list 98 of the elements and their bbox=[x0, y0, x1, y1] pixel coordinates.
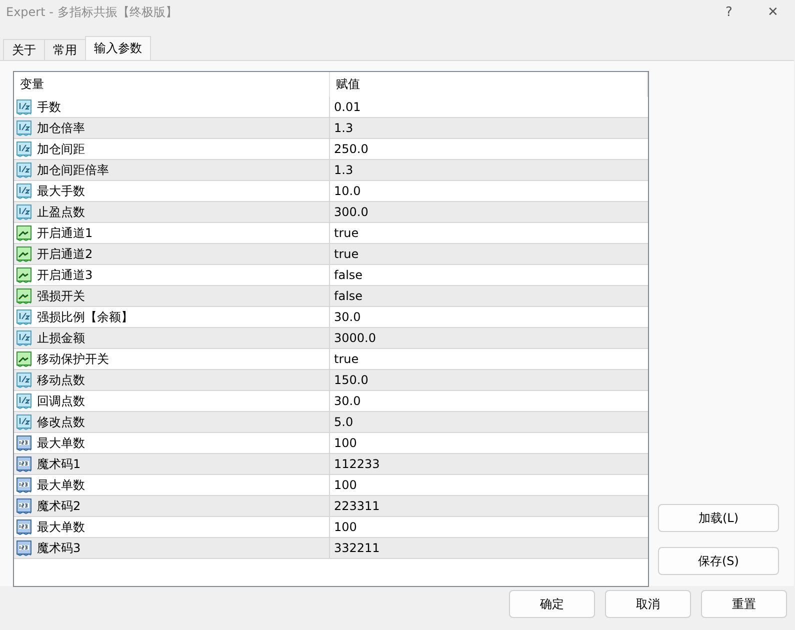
close-button[interactable]: ✕ bbox=[751, 0, 795, 24]
parameter-row[interactable]: 开启通道3 false bbox=[14, 265, 648, 286]
parameter-value: 3000.0 bbox=[333, 330, 377, 347]
parameter-name: 最大单数 bbox=[37, 434, 85, 452]
parameter-value: false bbox=[333, 288, 364, 305]
parameter-value: 100 bbox=[333, 435, 358, 452]
parameter-name: 手数 bbox=[37, 98, 61, 116]
fraction-icon bbox=[16, 393, 32, 409]
fraction-icon bbox=[16, 183, 32, 199]
fraction-icon bbox=[16, 141, 32, 157]
parameter-row[interactable]: 最大单数 100 bbox=[14, 517, 648, 538]
parameter-value: true bbox=[333, 351, 360, 368]
parameter-row[interactable]: 魔术码1 112233 bbox=[14, 454, 648, 475]
parameter-row[interactable]: 加仓间距倍率 1.3 bbox=[14, 160, 648, 181]
parameter-value: 30.0 bbox=[333, 309, 362, 326]
parameter-value: 0.01 bbox=[333, 99, 362, 116]
parameter-name: 移动保护开关 bbox=[37, 350, 109, 368]
parameter-value: 223311 bbox=[333, 498, 381, 515]
number-icon bbox=[16, 498, 32, 514]
parameter-name: 回调点数 bbox=[37, 392, 85, 410]
parameter-name: 加仓间距倍率 bbox=[37, 162, 109, 178]
window-title: Expert - 多指标共振【终极版】 bbox=[6, 4, 178, 20]
parameter-row[interactable]: 手数 0.01 bbox=[14, 97, 648, 118]
parameter-value: 30.0 bbox=[333, 393, 362, 410]
parameter-value: 1.3 bbox=[333, 120, 354, 137]
parameter-value: 5.0 bbox=[333, 414, 354, 431]
parameter-row[interactable]: 魔术码2 223311 bbox=[14, 496, 648, 517]
parameter-name: 修改点数 bbox=[37, 414, 85, 430]
parameter-name: 魔术码1 bbox=[37, 456, 81, 472]
chart-icon bbox=[16, 246, 32, 262]
parameter-value: 100 bbox=[333, 477, 358, 494]
dialog-button[interactable]: 取消 bbox=[605, 590, 691, 618]
help-button[interactable]: ? bbox=[707, 0, 751, 24]
tab[interactable]: 输入参数 bbox=[85, 36, 151, 60]
number-icon bbox=[16, 540, 32, 556]
fraction-icon bbox=[16, 120, 32, 136]
parameter-value: 112233 bbox=[333, 456, 381, 473]
parameter-value: true bbox=[333, 225, 360, 242]
parameter-name: 加仓间距 bbox=[37, 140, 85, 158]
parameter-row[interactable]: 最大单数 100 bbox=[14, 433, 648, 454]
dialog-button[interactable]: 确定 bbox=[509, 590, 595, 618]
parameter-value: 332211 bbox=[333, 540, 381, 557]
parameter-value: 100 bbox=[333, 519, 358, 536]
parameter-name: 强损开关 bbox=[37, 288, 85, 304]
parameter-row[interactable]: 止盈点数 300.0 bbox=[14, 202, 648, 223]
parameter-value: 1.3 bbox=[333, 162, 354, 179]
parameter-row[interactable]: 加仓间距 250.0 bbox=[14, 139, 648, 160]
side-button[interactable]: 保存(S) bbox=[658, 547, 779, 575]
parameter-row[interactable]: 开启通道1 true bbox=[14, 223, 648, 244]
fraction-icon bbox=[16, 309, 32, 325]
fraction-icon bbox=[16, 414, 32, 430]
parameter-row[interactable]: 止损金额 3000.0 bbox=[14, 328, 648, 349]
chart-icon bbox=[16, 225, 32, 241]
parameter-name: 强损比例【余额】 bbox=[37, 308, 133, 326]
number-icon bbox=[16, 477, 32, 493]
chart-icon bbox=[16, 288, 32, 304]
parameter-row[interactable]: 移动点数 150.0 bbox=[14, 370, 648, 391]
parameter-value: 150.0 bbox=[333, 372, 370, 389]
parameter-row[interactable]: 开启通道2 true bbox=[14, 244, 648, 265]
parameter-row[interactable]: 移动保护开关 true bbox=[14, 349, 648, 370]
chart-icon bbox=[16, 267, 32, 283]
parameter-value: 300.0 bbox=[333, 204, 370, 221]
parameter-row[interactable]: 最大单数 100 bbox=[14, 475, 648, 496]
side-button[interactable]: 加载(L) bbox=[658, 504, 779, 532]
parameter-name: 开启通道2 bbox=[37, 246, 93, 262]
parameter-name: 魔术码2 bbox=[37, 498, 81, 514]
parameter-name: 止损金额 bbox=[37, 330, 85, 346]
fraction-icon bbox=[16, 99, 32, 115]
parameter-name: 最大单数 bbox=[37, 476, 85, 494]
number-icon bbox=[16, 435, 32, 451]
parameter-name: 加仓倍率 bbox=[37, 120, 85, 136]
parameter-value: true bbox=[333, 246, 360, 263]
parameter-value: 10.0 bbox=[333, 183, 362, 200]
parameter-name: 开启通道3 bbox=[37, 266, 93, 284]
number-icon bbox=[16, 456, 32, 472]
parameter-value: false bbox=[333, 267, 364, 284]
parameter-value: 250.0 bbox=[333, 141, 370, 158]
number-icon bbox=[16, 519, 32, 535]
parameter-row[interactable]: 强损比例【余额】 30.0 bbox=[14, 307, 648, 328]
parameter-row[interactable]: 回调点数 30.0 bbox=[14, 391, 648, 412]
parameter-name: 开启通道1 bbox=[37, 224, 93, 242]
fraction-icon bbox=[16, 372, 32, 388]
fraction-icon bbox=[16, 162, 32, 178]
fraction-icon bbox=[16, 204, 32, 220]
parameter-row[interactable]: 魔术码3 332211 bbox=[14, 538, 648, 559]
dialog-button[interactable]: 重置 bbox=[701, 590, 787, 618]
parameter-name: 最大单数 bbox=[37, 518, 85, 536]
parameter-row[interactable]: 最大手数 10.0 bbox=[14, 181, 648, 202]
parameter-name: 止盈点数 bbox=[37, 204, 85, 220]
chart-icon bbox=[16, 351, 32, 367]
parameter-row[interactable]: 加仓倍率 1.3 bbox=[14, 118, 648, 139]
parameter-name: 最大手数 bbox=[37, 182, 85, 200]
parameter-name: 移动点数 bbox=[37, 372, 85, 388]
tab[interactable]: 关于 bbox=[3, 39, 45, 60]
fraction-icon bbox=[16, 330, 32, 346]
parameter-row[interactable]: 修改点数 5.0 bbox=[14, 412, 648, 433]
parameter-row[interactable]: 强损开关 false bbox=[14, 286, 648, 307]
parameter-name: 魔术码3 bbox=[37, 540, 81, 556]
